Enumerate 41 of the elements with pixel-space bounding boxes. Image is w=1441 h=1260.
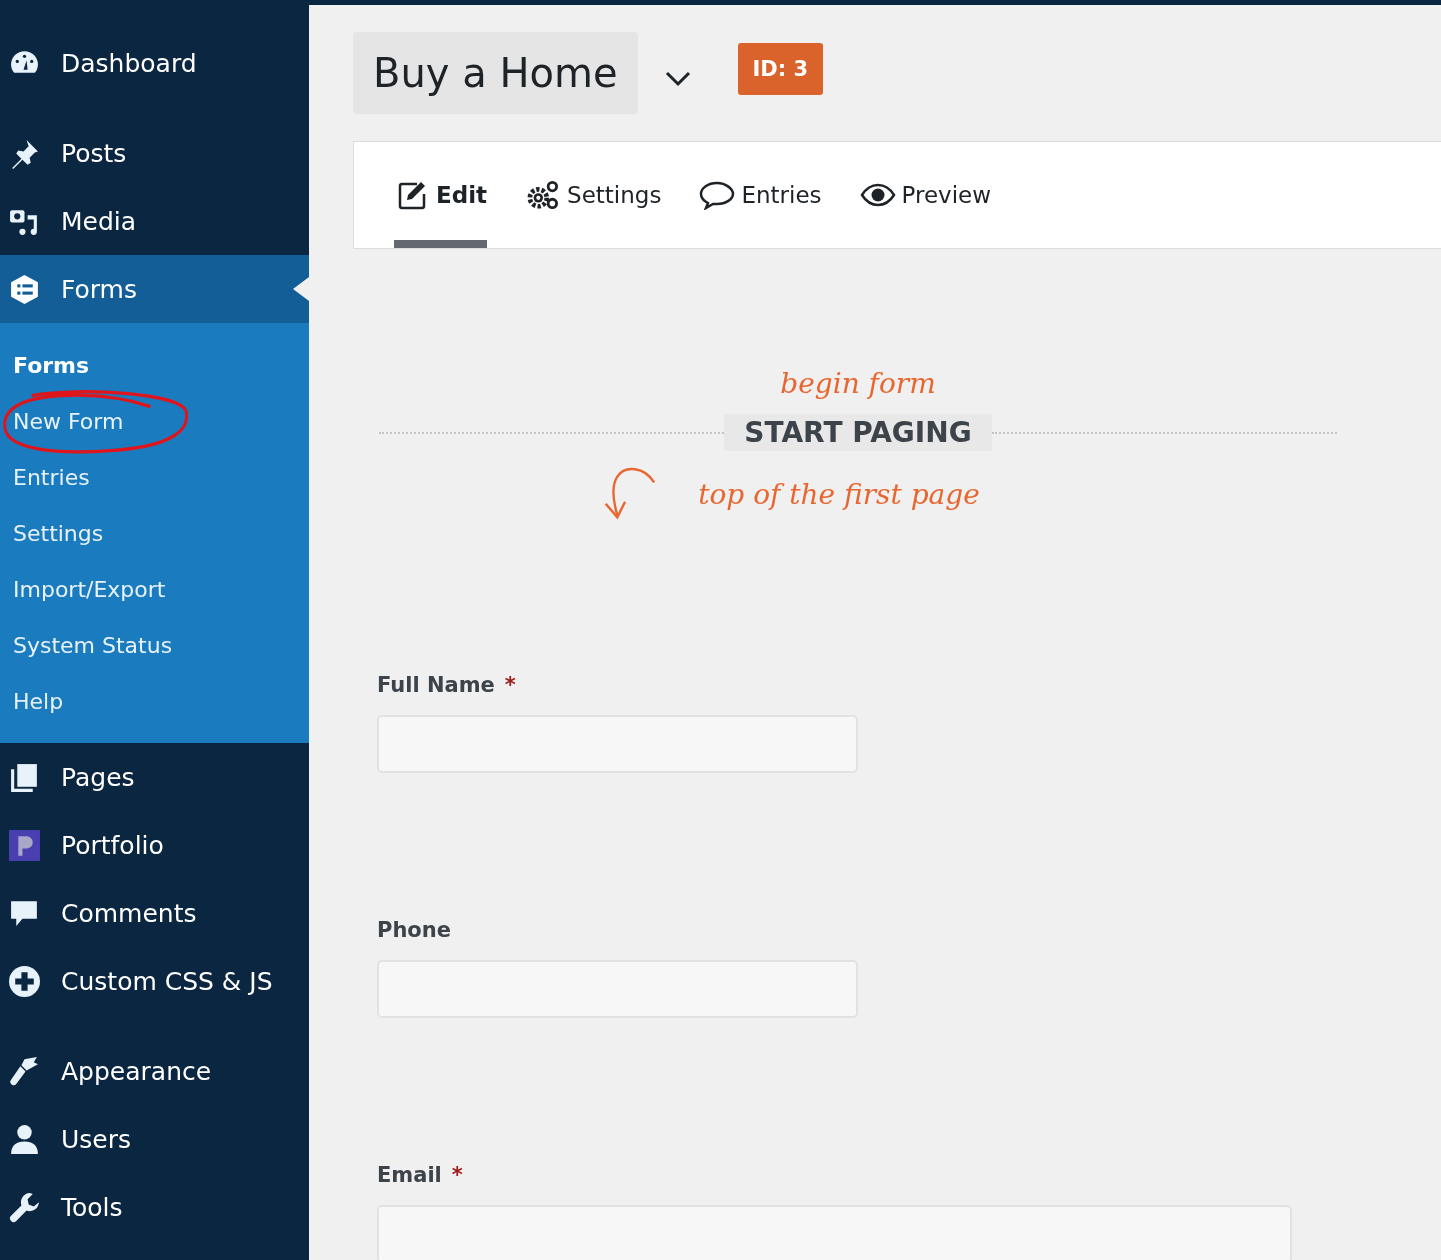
plus-circle-icon [8,964,41,998]
menu-item[interactable]: Appearance [0,1037,309,1105]
field-label: Email [377,1163,442,1187]
annotation-text: top of the first page [698,477,980,511]
active-pointer [293,277,309,301]
annotation-text: begin form [780,367,936,400]
submenu-item[interactable]: System Status [0,617,173,673]
menu-item[interactable]: Portfolio [0,811,309,879]
menu-item[interactable]: Comments [0,879,309,947]
menu-item[interactable]: Custom CSS & JS [0,947,309,1015]
tab[interactable]: Preview [859,142,992,248]
submenu-item[interactable]: New Form [0,393,124,449]
page-break-label: START PAGING [724,414,992,451]
menu-item[interactable]: Media [0,187,309,255]
menu-item[interactable]: Tools [0,1173,309,1241]
menu-item[interactable]: Dashboard [0,29,309,97]
submenu-item[interactable]: Import/Export [0,561,166,617]
letter-p-icon [8,828,41,862]
tab[interactable]: Settings [525,142,662,248]
menu-item[interactable]: Users [0,1105,309,1173]
speech-bubble-icon [699,180,736,210]
field-label: Full Name [377,673,495,697]
chevron-down-icon[interactable] [663,69,692,87]
tab[interactable]: Entries [699,142,822,248]
paintbrush-icon [8,1054,41,1088]
wrench-icon [8,1190,41,1224]
submenu-item[interactable]: Entries [0,449,90,505]
field-label: Phone [377,918,451,942]
submenu-item[interactable]: Forms [0,337,90,393]
list-icon [8,272,41,306]
user-icon [8,1122,41,1156]
tab[interactable]: Edit [394,142,488,248]
form-title[interactable]: Buy a Home [353,32,638,114]
submenu-item[interactable]: Settings [0,505,104,561]
required-asterisk: * [504,673,516,697]
menu-item[interactable]: Posts [0,119,309,187]
required-asterisk: * [451,1163,463,1187]
menu-item[interactable]: Pages [0,743,309,811]
submenu-item[interactable]: Help [0,673,64,729]
menu-item[interactable]: Forms [0,255,309,323]
id-badge: ID: 3 [737,43,824,95]
